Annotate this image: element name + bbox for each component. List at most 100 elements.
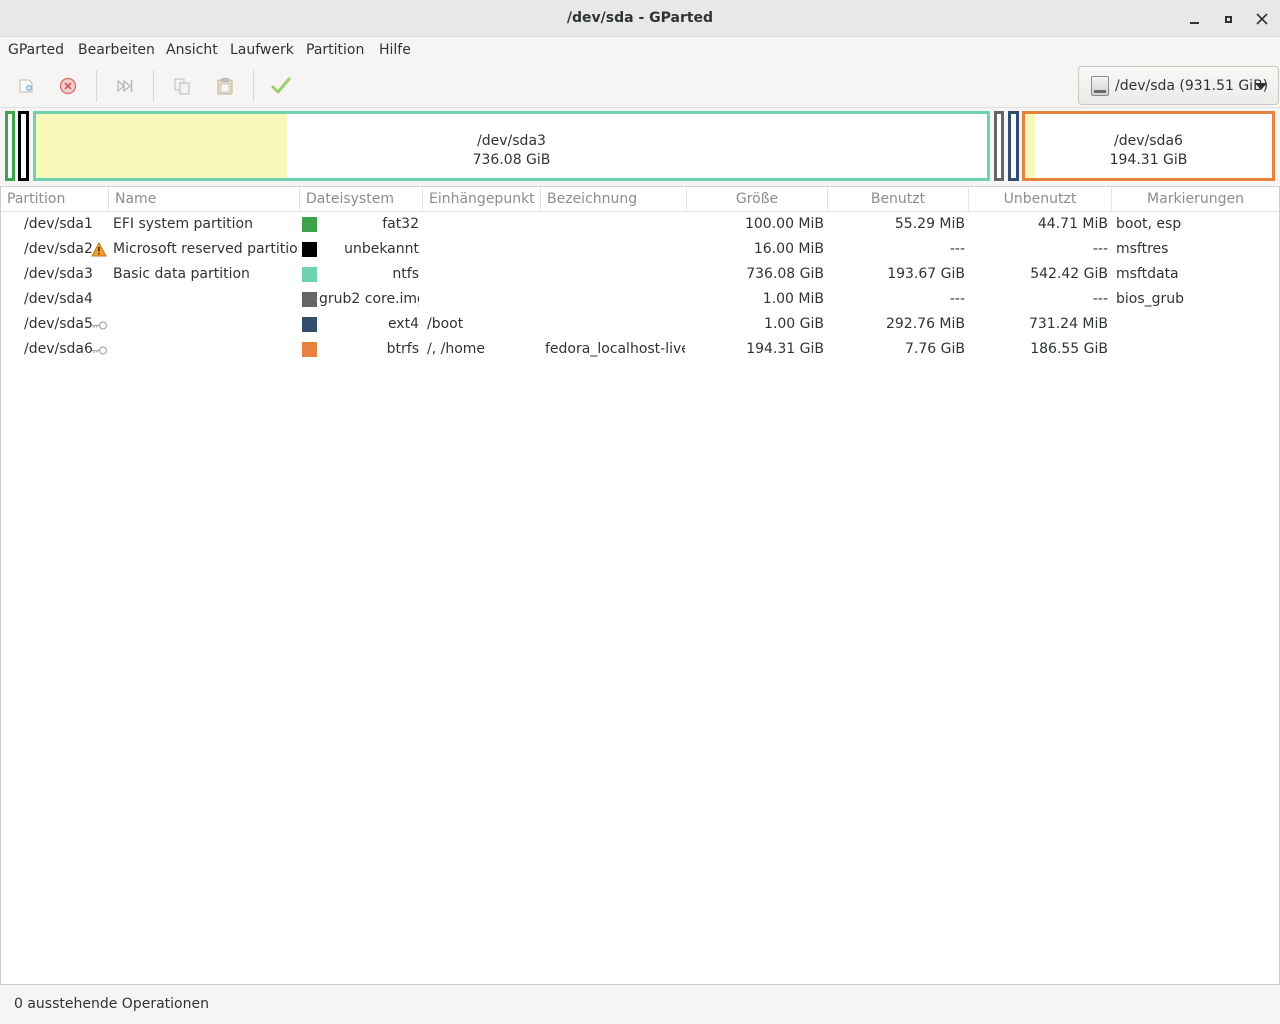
table-row[interactable]: /dev/sda6 btrfs /, /home fedora_localhos… bbox=[1, 337, 1279, 362]
cell-used: 193.67 GiB bbox=[887, 266, 965, 282]
mounted-key-icon bbox=[92, 346, 108, 355]
harddisk-icon bbox=[1091, 75, 1109, 96]
filesystem-color-swatch bbox=[302, 317, 317, 332]
cell-label bbox=[545, 312, 685, 337]
cell-filesystem: btrfs bbox=[386, 341, 419, 357]
menu-device[interactable]: Laufwerk bbox=[230, 42, 294, 58]
warning-icon bbox=[91, 242, 107, 257]
col-mountpoint[interactable]: Einhängepunkt bbox=[423, 187, 541, 212]
table-row[interactable]: /dev/sda2 Microsoft reserved partition u… bbox=[1, 237, 1279, 262]
cell-used: 292.76 MiB bbox=[885, 316, 965, 332]
col-name[interactable]: Name bbox=[109, 187, 300, 212]
cell-filesystem: grub2 core.img bbox=[319, 291, 419, 307]
cell-size: 736.08 GiB bbox=[746, 266, 824, 282]
cell-label bbox=[545, 287, 685, 312]
delete-partition-icon bbox=[59, 77, 77, 95]
cell-flags: msftdata bbox=[1116, 266, 1179, 282]
cell-label bbox=[545, 237, 685, 262]
map-segment-sda6[interactable]: /dev/sda6 194.31 GiB bbox=[1022, 111, 1275, 181]
map-segment-text: /dev/sda6 194.31 GiB bbox=[1025, 132, 1272, 170]
menu-help[interactable]: Hilfe bbox=[379, 42, 411, 58]
menu-view[interactable]: Ansicht bbox=[166, 42, 218, 58]
cell-name: Basic data partition bbox=[113, 266, 250, 282]
filesystem-color-swatch bbox=[302, 217, 317, 232]
table-row[interactable]: /dev/sda1 EFI system partition fat32 100… bbox=[1, 212, 1279, 237]
cell-unused: --- bbox=[1092, 241, 1108, 257]
cell-label bbox=[545, 262, 685, 287]
cell-mountpoint: /boot bbox=[427, 316, 464, 332]
maximize-button[interactable] bbox=[1217, 8, 1239, 30]
map-segment-text: /dev/sda3 736.08 GiB bbox=[36, 132, 987, 170]
copy-button[interactable] bbox=[170, 74, 194, 98]
col-used[interactable]: Benutzt bbox=[828, 187, 969, 212]
cell-filesystem: unbekannt bbox=[344, 241, 419, 257]
close-icon bbox=[1256, 13, 1268, 25]
cell-mountpoint: /, /home bbox=[427, 341, 486, 357]
table-row[interactable]: /dev/sda4 grub2 core.img 1.00 MiB --- --… bbox=[1, 287, 1279, 312]
apply-button[interactable] bbox=[269, 74, 293, 98]
new-partition-icon bbox=[19, 79, 33, 93]
copy-icon bbox=[174, 78, 190, 95]
paste-button[interactable] bbox=[213, 74, 237, 98]
map-segment-sda2[interactable] bbox=[18, 111, 29, 181]
map-segment-sda4[interactable] bbox=[994, 111, 1004, 181]
menu-gparted[interactable]: GParted bbox=[8, 42, 64, 58]
map-partition-size: 736.08 GiB bbox=[472, 152, 551, 168]
delete-partition-button[interactable] bbox=[56, 74, 80, 98]
new-partition-button[interactable] bbox=[14, 74, 38, 98]
cell-used: 7.76 GiB bbox=[905, 341, 965, 357]
map-segment-sda3[interactable]: /dev/sda3 736.08 GiB bbox=[33, 111, 990, 181]
cell-flags: boot, esp bbox=[1116, 216, 1182, 232]
minimize-button[interactable] bbox=[1183, 8, 1205, 30]
col-flags[interactable]: Markierungen bbox=[1112, 187, 1279, 212]
partition-map: /dev/sda3 736.08 GiB /dev/sda6 194.31 Gi… bbox=[0, 108, 1280, 186]
cell-partition: /dev/sda3 bbox=[24, 266, 93, 282]
map-partition-name: /dev/sda3 bbox=[477, 133, 546, 149]
minimize-icon bbox=[1189, 22, 1199, 24]
status-bar: 0 ausstehende Operationen bbox=[0, 985, 1280, 1024]
cell-filesystem: ext4 bbox=[387, 316, 419, 332]
map-segment-sda5[interactable] bbox=[1008, 111, 1019, 181]
col-filesystem[interactable]: Dateisystem bbox=[300, 187, 423, 212]
cell-partition: /dev/sda4 bbox=[24, 291, 93, 307]
cell-size: 100.00 MiB bbox=[744, 216, 824, 232]
menu-edit[interactable]: Bearbeiten bbox=[78, 42, 155, 58]
mounted-key-icon bbox=[92, 321, 108, 330]
map-segment-sda1[interactable] bbox=[5, 111, 15, 181]
cell-used: 55.29 MiB bbox=[894, 216, 965, 232]
apply-icon bbox=[271, 77, 291, 94]
resize-move-button[interactable] bbox=[113, 74, 137, 98]
partition-table: Partition Name Dateisystem Einhängepunkt… bbox=[0, 186, 1280, 985]
filesystem-color-swatch bbox=[302, 267, 317, 282]
table-row[interactable]: /dev/sda3 Basic data partition ntfs 736.… bbox=[1, 262, 1279, 287]
cell-partition: /dev/sda1 bbox=[24, 216, 93, 232]
col-size[interactable]: Größe bbox=[687, 187, 828, 212]
cell-used: --- bbox=[949, 291, 965, 307]
cell-unused: 186.55 GiB bbox=[1030, 341, 1108, 357]
table-row[interactable]: /dev/sda5 ext4 /boot 1.00 GiB 292.76 MiB… bbox=[1, 312, 1279, 337]
cell-unused: --- bbox=[1092, 291, 1108, 307]
dropdown-arrow-icon bbox=[1255, 83, 1267, 90]
cell-name bbox=[113, 287, 299, 312]
menu-bar: GParted Bearbeiten Ansicht Laufwerk Part… bbox=[0, 37, 1280, 64]
map-partition-name: /dev/sda6 bbox=[1114, 133, 1183, 149]
cell-unused: 731.24 MiB bbox=[1028, 316, 1108, 332]
cell-unused: 542.42 GiB bbox=[1030, 266, 1108, 282]
col-unused[interactable]: Unbenutzt bbox=[969, 187, 1112, 212]
menu-partition[interactable]: Partition bbox=[306, 42, 364, 58]
device-selector[interactable]: /dev/sda (931.51 GiB) bbox=[1078, 66, 1279, 105]
cell-name: EFI system partition bbox=[113, 216, 253, 232]
col-partition[interactable]: Partition bbox=[1, 187, 109, 212]
cell-size: 194.31 GiB bbox=[746, 341, 824, 357]
cell-name bbox=[113, 312, 299, 337]
filesystem-color-swatch bbox=[302, 342, 317, 357]
device-label: /dev/sda (931.51 GiB) bbox=[1115, 77, 1269, 94]
cell-unused: 44.71 MiB bbox=[1037, 216, 1108, 232]
col-label[interactable]: Bezeichnung bbox=[541, 187, 687, 212]
close-button[interactable] bbox=[1251, 8, 1273, 30]
cell-partition: /dev/sda2 bbox=[24, 241, 93, 257]
cell-size: 1.00 GiB bbox=[764, 316, 824, 332]
cell-flags bbox=[1116, 312, 1276, 337]
cell-name bbox=[113, 337, 299, 362]
cell-size: 16.00 MiB bbox=[753, 241, 824, 257]
